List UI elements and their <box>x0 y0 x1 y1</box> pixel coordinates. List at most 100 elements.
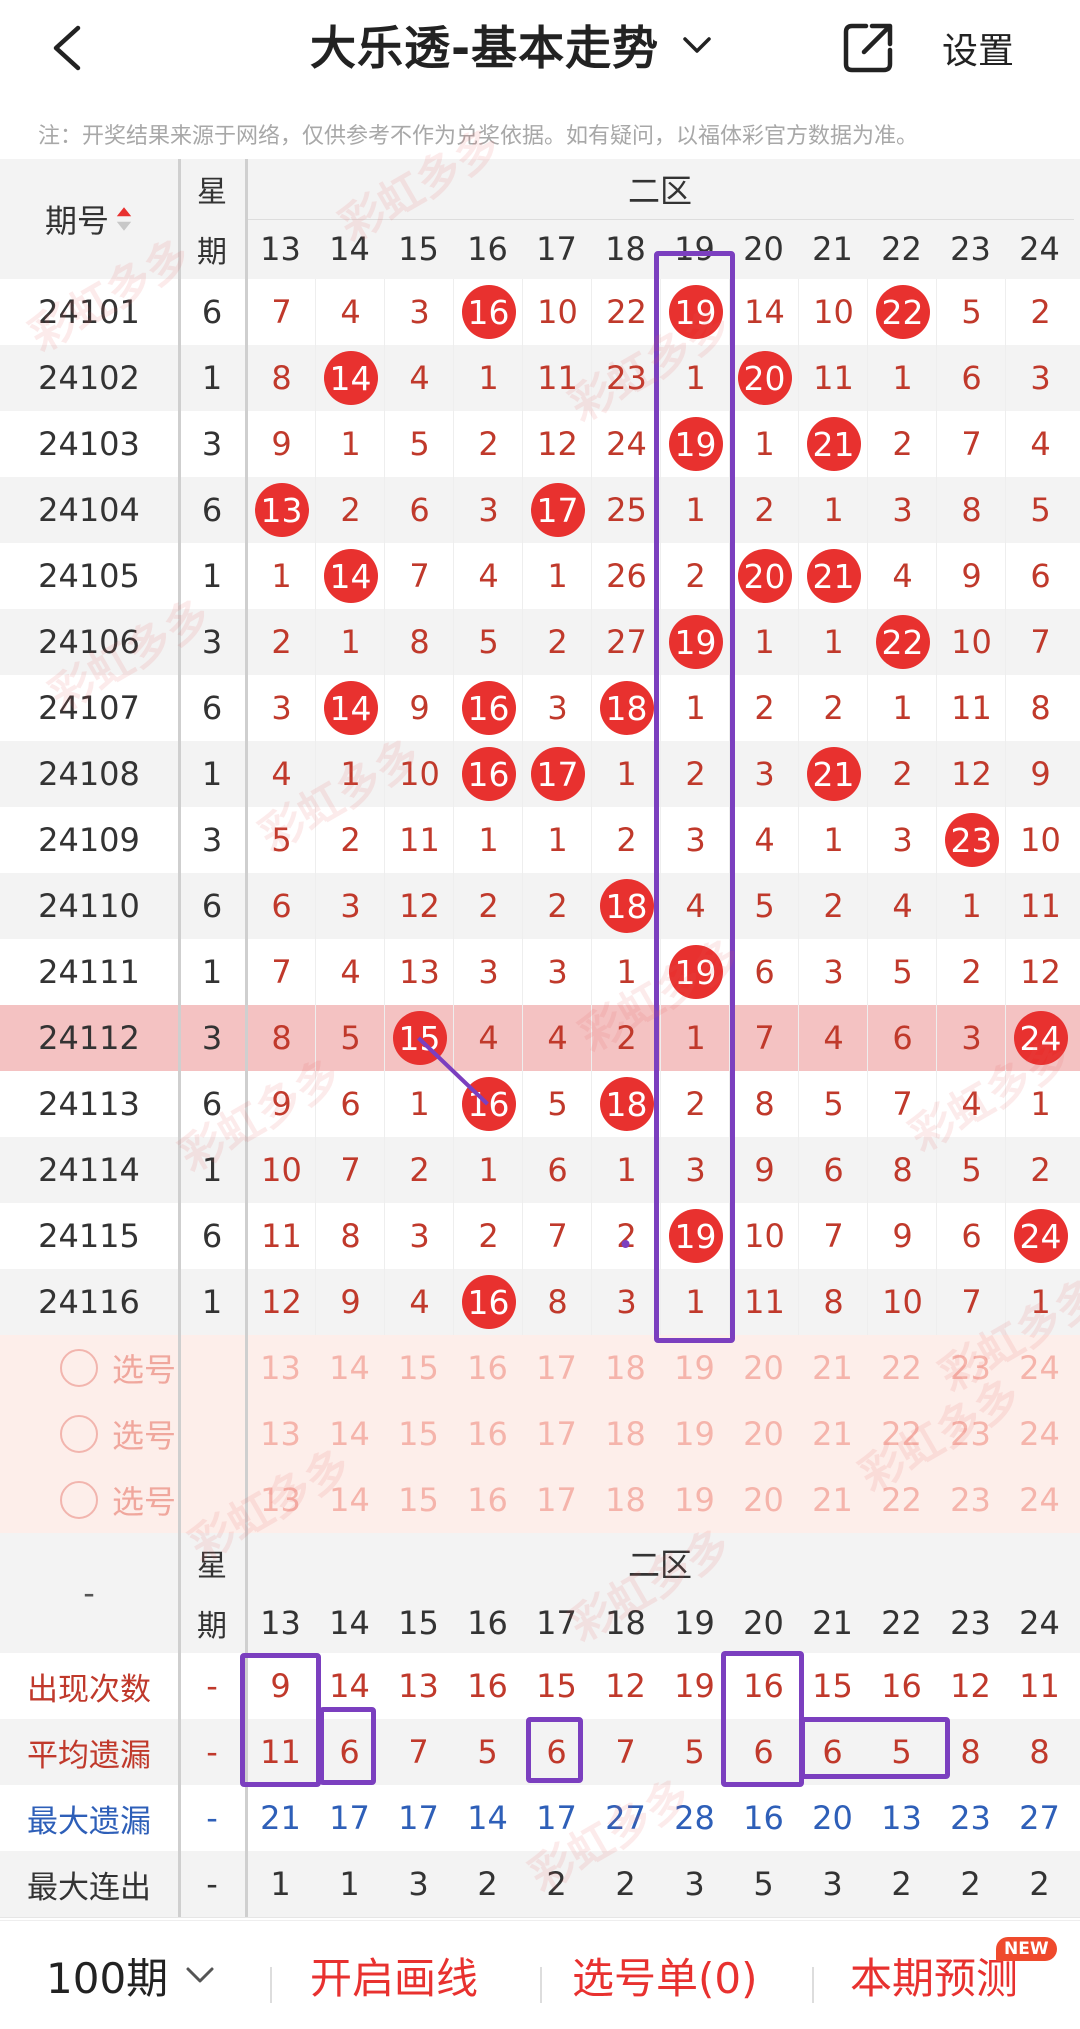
period-selector[interactable]: 100期 <box>46 1921 220 2029</box>
column-header: 21 <box>812 1604 853 1642</box>
stats-value: 20 <box>812 1799 853 1837</box>
column-header: 16 <box>467 1604 508 1642</box>
select-number[interactable]: 14 <box>315 1467 384 1533</box>
select-number[interactable]: 15 <box>384 1335 453 1401</box>
select-number[interactable]: 24 <box>1005 1335 1074 1401</box>
select-number[interactable]: 13 <box>246 1335 315 1401</box>
miss-count: 10 <box>798 279 868 345</box>
select-toggle[interactable]: 选号 <box>60 1401 190 1467</box>
select-number[interactable]: 23 <box>936 1335 1005 1401</box>
miss-count: 2 <box>591 807 661 873</box>
miss-count: 26 <box>591 543 661 609</box>
select-number[interactable]: 22 <box>867 1467 936 1533</box>
miss-count: 6 <box>522 1137 592 1203</box>
ball-number: 17 <box>530 483 585 537</box>
miss-count: 4 <box>453 543 523 609</box>
select-number[interactable]: 23 <box>936 1401 1005 1467</box>
draw-line-button[interactable]: 开启画线 <box>310 1921 478 2029</box>
annotation-box <box>800 1717 950 1779</box>
stats-week-cell: - <box>206 1667 218 1705</box>
miss-count: 4 <box>798 1005 868 1071</box>
ball-number: 18 <box>599 1077 654 1131</box>
stats-value: 27 <box>605 1799 646 1837</box>
select-number[interactable]: 18 <box>591 1335 660 1401</box>
select-number[interactable]: 19 <box>660 1335 729 1401</box>
miss-count: 2 <box>867 411 937 477</box>
miss-count: 4 <box>315 939 385 1005</box>
select-number[interactable]: 13 <box>246 1401 315 1467</box>
miss-count: 8 <box>798 1269 868 1335</box>
select-number[interactable]: 23 <box>936 1467 1005 1533</box>
stats-week-cell: - <box>206 1799 218 1837</box>
week-cell: 3 <box>201 1019 223 1057</box>
title-dropdown[interactable]: 大乐透-基本走势 <box>310 10 717 80</box>
select-number[interactable]: 20 <box>729 1401 798 1467</box>
miss-count: 10 <box>522 279 592 345</box>
share-icon[interactable] <box>838 18 898 78</box>
select-number[interactable]: 20 <box>729 1335 798 1401</box>
new-badge: NEW <box>996 1937 1057 1961</box>
hit-ball: 21 <box>798 741 868 807</box>
column-divider <box>178 159 181 1917</box>
select-number[interactable]: 24 <box>1005 1401 1074 1467</box>
column-header: 18 <box>605 230 646 268</box>
miss-count: 6 <box>384 477 454 543</box>
select-number[interactable]: 16 <box>453 1467 522 1533</box>
hit-ball: 15 <box>384 1005 454 1071</box>
select-number[interactable]: 18 <box>591 1401 660 1467</box>
select-toggle[interactable]: 选号 <box>60 1335 190 1401</box>
select-number[interactable]: 22 <box>867 1401 936 1467</box>
miss-count: 7 <box>315 1137 385 1203</box>
issue-header-label: 期号 <box>44 202 109 240</box>
select-number[interactable]: 19 <box>660 1467 729 1533</box>
miss-count: 2 <box>591 1203 661 1269</box>
week-cell: 1 <box>201 1283 223 1321</box>
select-number[interactable]: 22 <box>867 1335 936 1401</box>
miss-count: 8 <box>522 1269 592 1335</box>
miss-count: 9 <box>315 1269 385 1335</box>
issue-header[interactable]: 期号 <box>0 159 178 279</box>
select-number[interactable]: 21 <box>798 1335 867 1401</box>
select-number[interactable]: 17 <box>522 1467 591 1533</box>
select-number[interactable]: 21 <box>798 1467 867 1533</box>
ball-number: 14 <box>323 681 378 735</box>
settings-button[interactable]: 设置 <box>942 22 1014 74</box>
miss-count: 14 <box>729 279 799 345</box>
miss-count: 2 <box>522 873 592 939</box>
select-number[interactable]: 18 <box>591 1467 660 1533</box>
select-number[interactable]: 20 <box>729 1467 798 1533</box>
selection-list-button[interactable]: 选号单(0) <box>572 1921 758 2029</box>
select-number[interactable]: 16 <box>453 1401 522 1467</box>
miss-count: 2 <box>384 1137 454 1203</box>
select-number[interactable]: 14 <box>315 1335 384 1401</box>
select-number[interactable]: 13 <box>246 1467 315 1533</box>
select-number[interactable]: 15 <box>384 1401 453 1467</box>
miss-count: 2 <box>798 873 868 939</box>
select-label: 选号 <box>112 1483 177 1521</box>
select-toggle[interactable]: 选号 <box>60 1467 190 1533</box>
stats-value: 19 <box>674 1667 715 1705</box>
miss-count: 9 <box>246 1071 316 1137</box>
prediction-button[interactable]: 本期预测 <box>850 1921 1018 2029</box>
ball-number: 23 <box>944 813 999 867</box>
issue-cell: 24112 <box>38 1019 140 1057</box>
miss-count: 7 <box>936 411 1006 477</box>
select-number[interactable]: 17 <box>522 1401 591 1467</box>
column-header: 23 <box>950 1604 991 1642</box>
select-number[interactable]: 17 <box>522 1335 591 1401</box>
stats-value: 17 <box>398 1799 439 1837</box>
miss-count: 1 <box>798 609 868 675</box>
hit-ball: 14 <box>315 345 385 411</box>
select-number[interactable]: 16 <box>453 1335 522 1401</box>
select-number[interactable]: 14 <box>315 1401 384 1467</box>
miss-count: 1 <box>1005 1071 1075 1137</box>
stats-value: 16 <box>881 1667 922 1705</box>
select-number[interactable]: 15 <box>384 1467 453 1533</box>
back-arrow-icon[interactable] <box>40 18 100 78</box>
miss-count: 3 <box>729 741 799 807</box>
select-number[interactable]: 19 <box>660 1401 729 1467</box>
select-number[interactable]: 24 <box>1005 1467 1074 1533</box>
select-number[interactable]: 21 <box>798 1401 867 1467</box>
stats-value: 21 <box>260 1799 301 1837</box>
column-header: 24 <box>1019 230 1060 268</box>
